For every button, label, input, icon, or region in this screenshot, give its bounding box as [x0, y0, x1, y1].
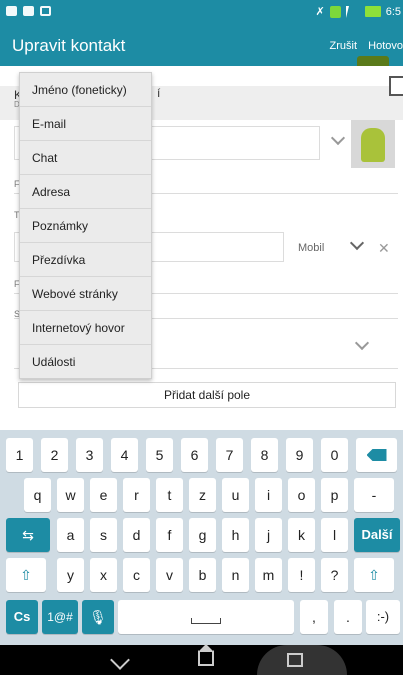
key[interactable]: . — [334, 600, 362, 634]
soft-keyboard: 1 2 3 4 5 6 7 8 9 0 q w e r t z u i o p … — [0, 430, 403, 645]
signal-icon — [345, 5, 360, 18]
dropdown-item[interactable]: E-mail — [20, 107, 151, 141]
page-title: Upravit kontakt — [12, 36, 126, 55]
shift-icon: ⇧ — [368, 567, 380, 583]
key[interactable]: q — [24, 478, 51, 512]
file-icon — [23, 6, 34, 16]
key[interactable]: u — [222, 478, 249, 512]
notification-icons — [6, 6, 51, 16]
system-icons: ✗ 6:5 — [315, 5, 401, 18]
key[interactable]: b — [189, 558, 216, 592]
key[interactable]: w — [57, 478, 84, 512]
dropdown-item[interactable]: Webové stránky — [20, 277, 151, 311]
close-icon[interactable]: ✕ — [378, 240, 390, 257]
key[interactable]: 5 — [146, 438, 173, 472]
dropdown-item[interactable]: Jméno (foneticky) — [20, 73, 151, 107]
key[interactable]: 2 — [41, 438, 68, 472]
language-button[interactable]: Cs — [6, 600, 38, 634]
phone-type-select[interactable]: Mobil — [298, 242, 324, 254]
key[interactable]: - — [354, 478, 394, 512]
key[interactable]: ! — [288, 558, 315, 592]
key[interactable]: r — [123, 478, 150, 512]
key[interactable]: y — [57, 558, 84, 592]
home-icon[interactable] — [198, 644, 214, 666]
field-type-dropdown: Jméno (foneticky) E-mail Chat Adresa Poz… — [19, 72, 152, 379]
microphone-icon: 🎙 — [89, 609, 107, 625]
chevron-down-icon[interactable] — [354, 335, 370, 351]
key[interactable]: t — [156, 478, 183, 512]
key[interactable]: i — [255, 478, 282, 512]
voice-button[interactable]: 🎙 — [82, 600, 114, 634]
add-field-button[interactable]: Přidat další pole — [18, 382, 396, 408]
key[interactable]: 1 — [6, 438, 33, 472]
key[interactable]: g — [189, 518, 216, 552]
key[interactable]: k — [288, 518, 315, 552]
key[interactable]: j — [255, 518, 282, 552]
back-icon[interactable] — [110, 650, 130, 670]
next-button[interactable]: Další — [354, 518, 400, 552]
action-bar: Upravit kontakt Zrušit Hotovo — [0, 26, 403, 70]
dropdown-item[interactable]: Chat — [20, 141, 151, 175]
dropdown-item[interactable]: Poznámky — [20, 209, 151, 243]
backspace-button[interactable] — [356, 438, 397, 472]
key[interactable]: x — [90, 558, 117, 592]
chevron-down-icon[interactable] — [349, 235, 365, 251]
key[interactable]: n — [222, 558, 249, 592]
navigation-bar — [0, 644, 403, 675]
status-bar: ✗ 6:5 — [0, 0, 403, 26]
key[interactable]: 9 — [286, 438, 313, 472]
key[interactable]: l — [321, 518, 348, 552]
symbols-button[interactable]: 1@# — [42, 600, 78, 634]
key[interactable]: v — [156, 558, 183, 592]
key[interactable]: 4 — [111, 438, 138, 472]
key[interactable]: 0 — [321, 438, 348, 472]
key[interactable]: , — [300, 600, 328, 634]
key[interactable]: a — [57, 518, 84, 552]
dropdown-item[interactable]: Přezdívka — [20, 243, 151, 277]
key[interactable]: h — [222, 518, 249, 552]
android-icon — [361, 128, 385, 162]
notification-icon — [6, 6, 17, 16]
key[interactable]: o — [288, 478, 315, 512]
window-icon — [40, 6, 51, 16]
backspace-icon — [366, 449, 387, 461]
key[interactable]: z — [189, 478, 216, 512]
avatar[interactable] — [351, 120, 395, 168]
dropdown-item[interactable]: Adresa — [20, 175, 151, 209]
recent-apps-icon[interactable] — [287, 653, 303, 667]
key[interactable]: ? — [321, 558, 348, 592]
key[interactable]: 3 — [76, 438, 103, 472]
name-field-suffix: í — [157, 86, 161, 100]
clock: 6:5 — [385, 5, 401, 18]
done-button[interactable]: Hotovo — [368, 40, 403, 52]
key[interactable]: 6 — [181, 438, 208, 472]
cancel-button[interactable]: Zrušit — [330, 40, 358, 52]
battery-saver-icon — [329, 5, 341, 18]
key[interactable]: s — [90, 518, 117, 552]
key[interactable]: f — [156, 518, 183, 552]
tab-button[interactable]: ⇆ — [6, 518, 50, 552]
emoticon-key[interactable]: :-) — [366, 600, 400, 634]
shift-button[interactable]: ⇧ — [354, 558, 394, 592]
key[interactable]: 8 — [251, 438, 278, 472]
chevron-down-icon[interactable] — [330, 130, 346, 146]
key[interactable]: c — [123, 558, 150, 592]
key[interactable]: m — [255, 558, 282, 592]
space-icon — [191, 618, 221, 624]
tab-icon: ⇆ — [22, 527, 34, 543]
key[interactable]: e — [90, 478, 117, 512]
key[interactable]: 7 — [216, 438, 243, 472]
battery-icon — [364, 6, 381, 17]
mute-icon: ✗ — [315, 6, 325, 18]
key[interactable]: d — [123, 518, 150, 552]
expand-icon[interactable] — [389, 76, 403, 96]
space-button[interactable] — [118, 600, 294, 634]
dropdown-item[interactable]: Internetový hovor — [20, 311, 151, 345]
dropdown-item[interactable]: Události — [20, 345, 151, 379]
shift-icon: ⇧ — [20, 567, 32, 583]
shift-button[interactable]: ⇧ — [6, 558, 46, 592]
key[interactable]: p — [321, 478, 348, 512]
